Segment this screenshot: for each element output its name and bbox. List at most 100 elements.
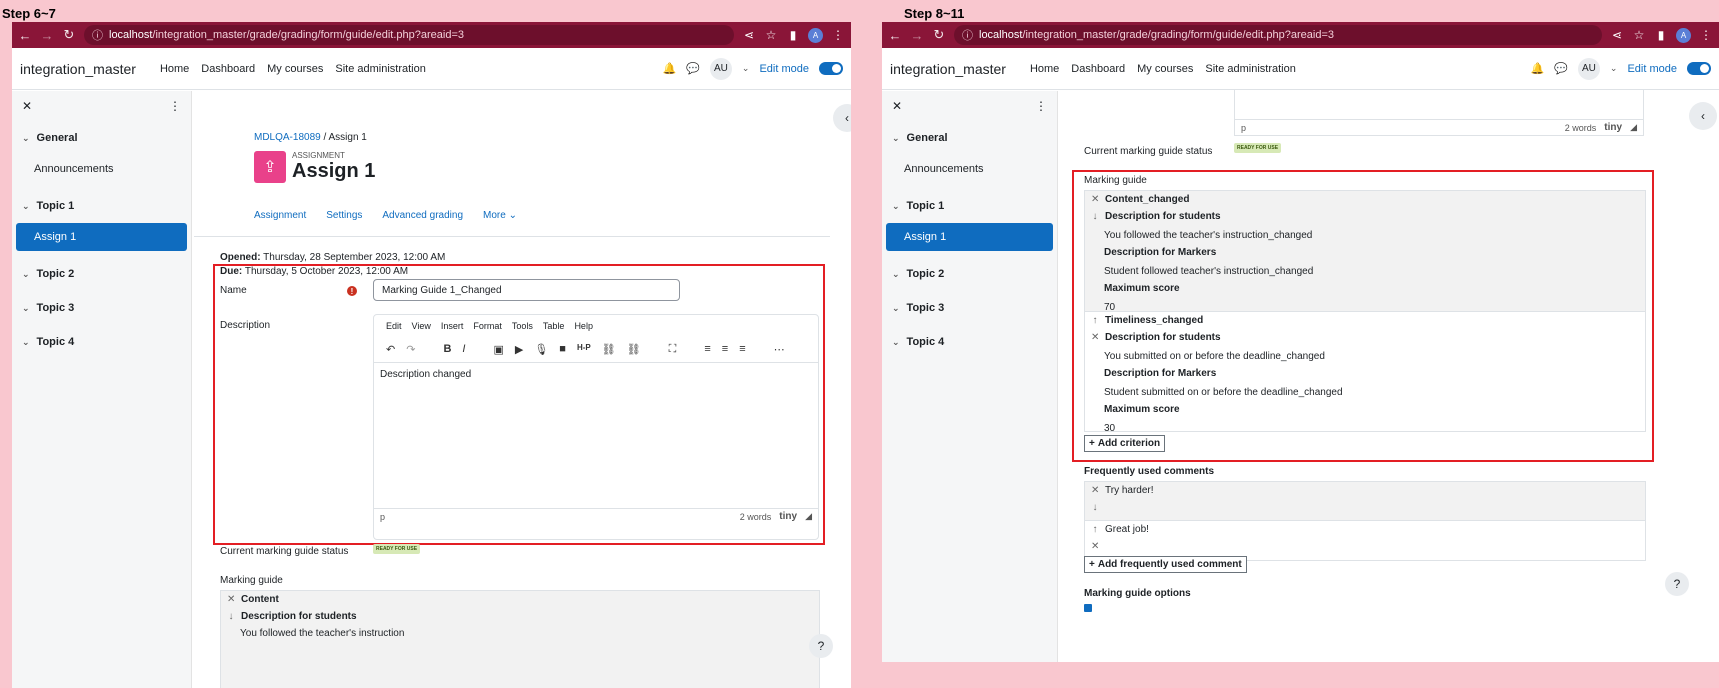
chevron-down-icon[interactable]: ⌄ [1610, 63, 1618, 74]
chevron-left-icon: ‹ [1701, 109, 1705, 123]
nav-home[interactable]: Home [160, 63, 189, 75]
delete-icon[interactable]: ✕ [1091, 485, 1099, 496]
share-icon[interactable]: ⋖ [742, 28, 756, 42]
share-icon[interactable]: ⋖ [1610, 28, 1624, 42]
tab-more[interactable]: More ⌄ [483, 210, 517, 221]
comment-row: ↑ Great job! ✕ [1084, 521, 1646, 561]
close-icon[interactable]: ✕ [22, 99, 32, 113]
more-vertical-icon[interactable]: ⋮ [169, 99, 181, 113]
criterion-content: ✕ Content ↓ Description for students You f… [220, 590, 820, 688]
move-down-icon[interactable]: ↓ [227, 611, 235, 622]
user-avatar[interactable]: AU [1577, 57, 1600, 80]
bell-icon[interactable]: 🔔 [1531, 62, 1545, 75]
delete-icon[interactable]: ✕ [1091, 194, 1099, 205]
delete-icon[interactable]: ✕ [227, 594, 235, 605]
browser-menu-icon[interactable]: ⋮ [1699, 28, 1713, 42]
nav-home[interactable]: Home [1030, 63, 1059, 75]
divider [194, 236, 830, 237]
chevron-down-icon: ⌄ [892, 302, 900, 313]
nav-dashboard[interactable]: Dashboard [1071, 63, 1125, 75]
chevron-left-icon: ‹ [845, 111, 849, 125]
drawer-section-topic-1[interactable]: ⌄ Topic 1 [882, 189, 1057, 223]
comment-row: ✕ Try harder! ↓ [1084, 481, 1646, 521]
drawer-section-topic-4[interactable]: ⌄ Topic 4 [12, 325, 191, 359]
tab-assignment[interactable]: Assignment [254, 210, 306, 221]
chevron-down-icon[interactable]: ⌄ [742, 63, 750, 74]
breadcrumb: MDLQA-18089 / Assign 1 [254, 132, 367, 143]
move-down-icon[interactable]: ↓ [1091, 211, 1099, 222]
sidebar-icon[interactable]: ▮ [786, 28, 800, 42]
open-block-drawer-button[interactable]: ‹ [833, 104, 851, 132]
add-criterion-button[interactable]: + Add criterion [1084, 435, 1166, 452]
sidebar-icon[interactable]: ▮ [1654, 28, 1668, 42]
marking-guide-label: Marking guide [1084, 175, 1147, 186]
help-button[interactable]: ? [1665, 572, 1689, 596]
course-index-drawer: ✕ ⋮ ⌄ General Announcements ⌄ Topic 1 Assig… [882, 91, 1058, 662]
edit-mode-label: Edit mode [759, 62, 809, 75]
drawer-section-general[interactable]: ⌄ General [882, 121, 1057, 155]
bell-icon[interactable]: 🔔 [663, 62, 677, 75]
highlight-box [213, 264, 825, 545]
tab-settings[interactable]: Settings [326, 210, 362, 221]
nav-site-admin[interactable]: Site administration [335, 63, 426, 75]
word-count: 2 words [1564, 122, 1597, 133]
drawer-section-topic-3[interactable]: ⌄ Topic 3 [882, 291, 1057, 325]
chevron-down-icon: ⌄ [22, 268, 30, 279]
back-icon[interactable]: ← [18, 28, 32, 43]
star-icon[interactable]: ☆ [1632, 28, 1646, 42]
drawer-section-topic-4[interactable]: ⌄ Topic 4 [882, 325, 1057, 359]
info-icon: ⓘ [962, 30, 973, 42]
reload-icon[interactable]: ↻ [932, 27, 946, 43]
open-block-drawer-button[interactable]: ‹ [1689, 102, 1717, 130]
nav-site-admin[interactable]: Site administration [1205, 63, 1296, 75]
chat-icon[interactable]: 💬 [1554, 62, 1568, 75]
address-bar[interactable]: ⓘ localhost/integration_master/grade/gra… [954, 25, 1602, 45]
forward-icon[interactable]: → [40, 28, 54, 43]
browser-menu-icon[interactable]: ⋮ [831, 28, 845, 42]
star-icon[interactable]: ☆ [764, 28, 778, 42]
chevron-down-icon: ⌄ [22, 336, 30, 347]
option-checkbox[interactable] [1084, 604, 1092, 612]
breadcrumb-course[interactable]: MDLQA-18089 [254, 132, 321, 143]
move-up-icon[interactable]: ↑ [1091, 315, 1099, 326]
user-avatar[interactable]: AU [709, 57, 732, 80]
chevron-down-icon: ⌄ [22, 302, 30, 313]
drawer-item-announcements[interactable]: Announcements [882, 155, 1057, 183]
profile-avatar[interactable]: A [1676, 27, 1691, 43]
chevron-down-icon: ⌄ [508, 210, 517, 221]
delete-icon[interactable]: ✕ [1091, 332, 1099, 343]
drawer-section-topic-2[interactable]: ⌄ Topic 2 [12, 257, 191, 291]
delete-icon[interactable]: ✕ [1091, 541, 1099, 552]
back-icon[interactable]: ← [888, 28, 902, 43]
add-comment-button[interactable]: + Add frequently used comment [1084, 556, 1247, 573]
move-up-icon[interactable]: ↑ [1091, 524, 1099, 535]
assignment-icon: ⇪ [254, 151, 286, 183]
help-button[interactable]: ? [809, 634, 833, 658]
edit-mode-toggle[interactable] [819, 62, 843, 75]
drawer-item-announcements[interactable]: Announcements [12, 155, 191, 183]
site-brand[interactable]: integration_master [890, 61, 1006, 77]
close-icon[interactable]: ✕ [892, 99, 902, 113]
resize-handle-icon[interactable]: ◢ [1630, 122, 1637, 133]
editor-statusbar: p 2 words tiny ◢ [1235, 119, 1643, 135]
edit-mode-toggle[interactable] [1687, 62, 1711, 75]
nav-my-courses[interactable]: My courses [267, 63, 323, 75]
chevron-down-icon: ⌄ [892, 336, 900, 347]
profile-avatar[interactable]: A [808, 27, 823, 43]
site-brand[interactable]: integration_master [20, 61, 136, 77]
nav-my-courses[interactable]: My courses [1137, 63, 1193, 75]
tab-advanced-grading[interactable]: Advanced grading [382, 210, 463, 221]
move-down-icon[interactable]: ↓ [1091, 502, 1099, 513]
nav-dashboard[interactable]: Dashboard [201, 63, 255, 75]
chat-icon[interactable]: 💬 [686, 62, 700, 75]
drawer-section-topic-1[interactable]: ⌄ Topic 1 [12, 189, 191, 223]
drawer-item-assign-1[interactable]: Assign 1 [16, 223, 187, 251]
drawer-section-topic-3[interactable]: ⌄ Topic 3 [12, 291, 191, 325]
address-bar[interactable]: ⓘ localhost/integration_master/grade/gra… [84, 25, 734, 45]
drawer-section-general[interactable]: ⌄ General [12, 121, 191, 155]
more-vertical-icon[interactable]: ⋮ [1035, 99, 1047, 113]
drawer-section-topic-2[interactable]: ⌄ Topic 2 [882, 257, 1057, 291]
forward-icon[interactable]: → [910, 28, 924, 43]
reload-icon[interactable]: ↻ [62, 27, 76, 43]
drawer-item-assign-1[interactable]: Assign 1 [886, 223, 1053, 251]
